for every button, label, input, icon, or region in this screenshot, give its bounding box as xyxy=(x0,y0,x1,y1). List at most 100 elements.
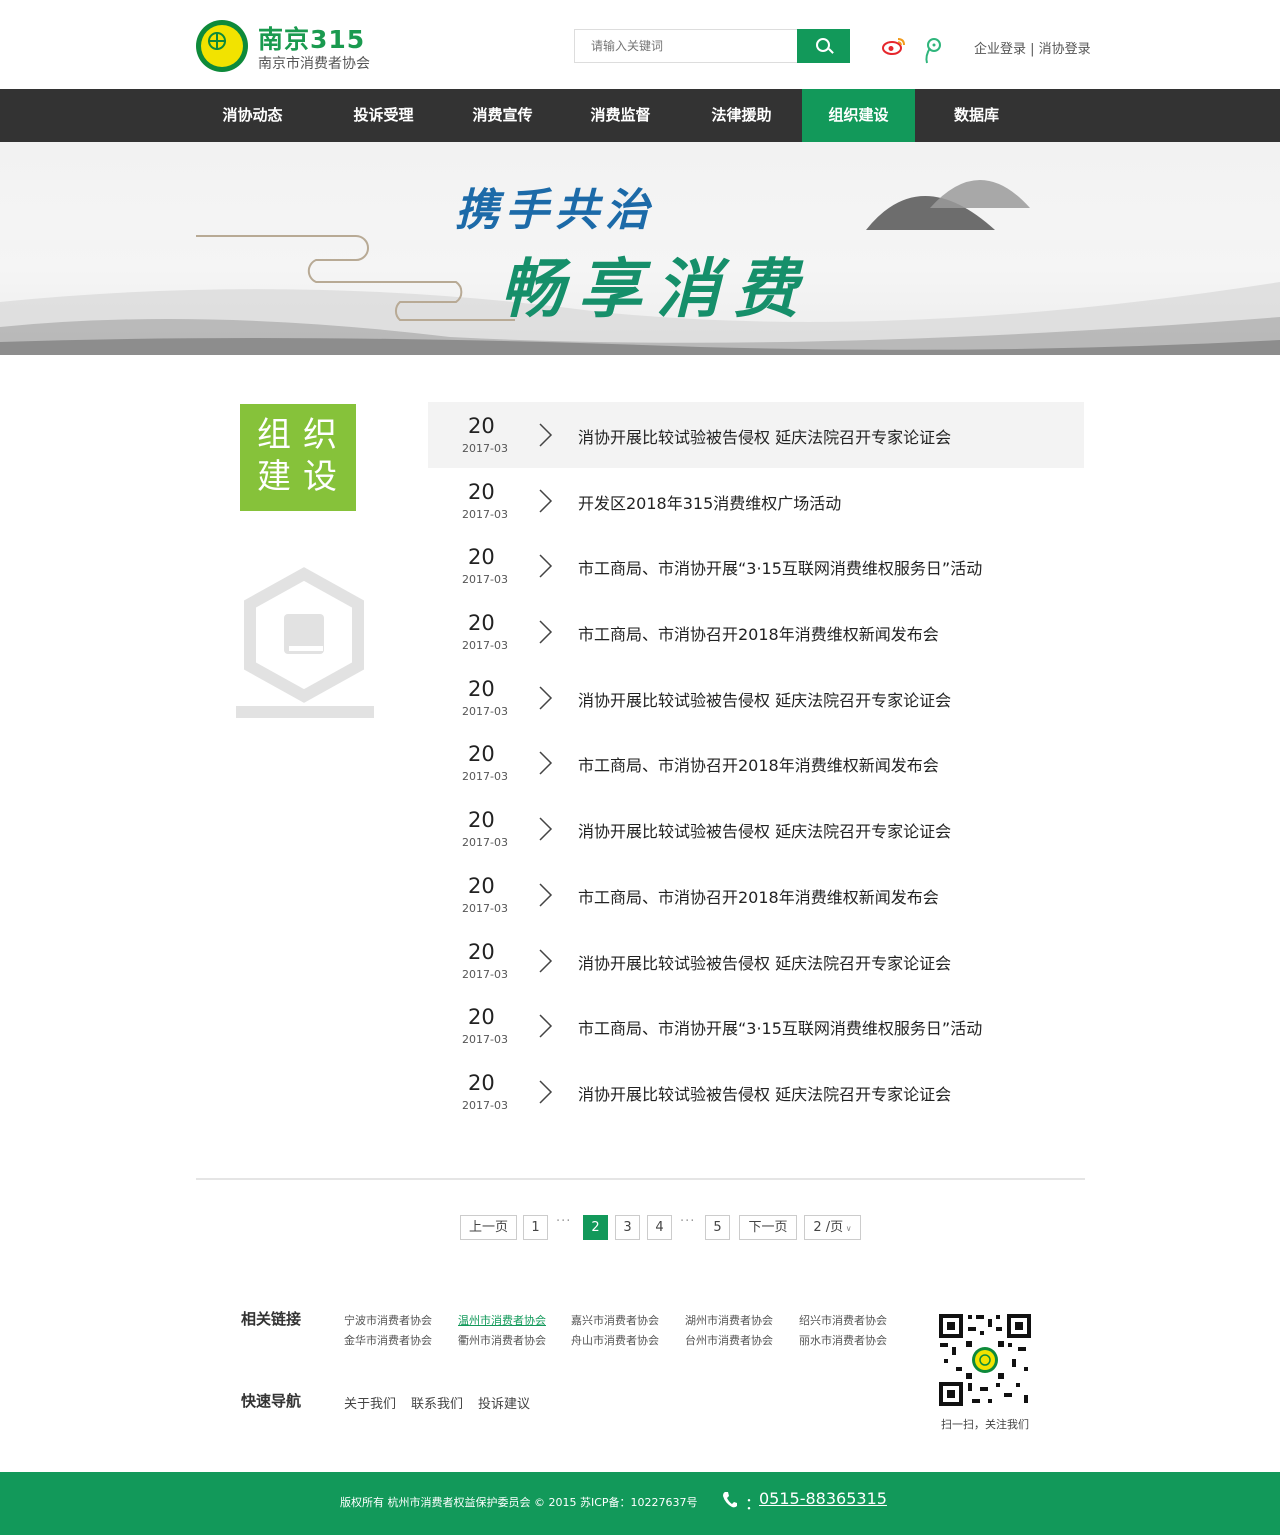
news-year-month: 2017-03 xyxy=(462,507,508,521)
news-year-month: 2017-03 xyxy=(462,573,508,587)
news-year-month: 2017-03 xyxy=(462,704,508,718)
news-day: 20 xyxy=(468,808,495,833)
page-4-button[interactable]: 4 xyxy=(647,1215,672,1240)
page-3-button[interactable]: 3 xyxy=(615,1215,640,1240)
news-year-month: 2017-03 xyxy=(462,442,508,455)
related-link[interactable]: 宁波市消费者协会 xyxy=(344,1312,432,1328)
page-5-button[interactable]: 5 xyxy=(705,1215,730,1240)
footer-bar: 版权所有 杭州市消费者权益保护委员会 © 2015 苏ICP备：10227637… xyxy=(0,1472,1280,1535)
news-year-month: 2017-03 xyxy=(462,967,508,981)
news-title[interactable]: 市工商局、市消协召开2018年消费维权新闻发布会 xyxy=(578,752,939,776)
divider xyxy=(196,1178,1085,1180)
news-item[interactable]: 20 2017-03 市工商局、市消协召开2018年消费维权新闻发布会 xyxy=(428,730,1084,796)
news-item[interactable]: 20 2017-03 市工商局、市消协开展“3·15互联网消费维权服务日”活动 xyxy=(428,533,1084,599)
section-title: 组织 建设 xyxy=(240,404,356,511)
news-title[interactable]: 市工商局、市消协开展“3·15互联网消费维权服务日”活动 xyxy=(578,1015,982,1039)
news-title[interactable]: 消协开展比较试验被告侵权 延庆法院召开专家论证会 xyxy=(578,1081,951,1105)
nav-item-publicity[interactable]: 消费宣传 xyxy=(446,89,559,142)
news-day: 20 xyxy=(468,414,495,438)
per-page-select[interactable]: 2 /页 ∨ xyxy=(804,1215,861,1240)
news-item[interactable]: 20 2017-03 消协开展比较试验被告侵权 延庆法院召开专家论证会 xyxy=(428,665,1084,731)
qr-code xyxy=(938,1313,1032,1407)
news-item[interactable]: 20 2017-03 市工商局、市消协开展“3·15互联网消费维权服务日”活动 xyxy=(428,993,1084,1059)
page-2-button[interactable]: 2 xyxy=(583,1215,608,1240)
news-item[interactable]: 20 2017-03 开发区2018年315消费维权广场活动 xyxy=(428,468,1084,534)
news-day: 20 xyxy=(468,611,495,636)
news-list: 20 2017-03 消协开展比较试验被告侵权 延庆法院召开专家论证会 20 2… xyxy=(428,402,1084,1125)
chevron-right-icon xyxy=(539,751,553,775)
chevron-right-icon xyxy=(539,883,553,907)
section-title-line1: 组织 xyxy=(257,415,349,455)
nav-item-legal-aid[interactable]: 法律援助 xyxy=(685,89,798,142)
news-year-month: 2017-03 xyxy=(462,770,508,784)
related-link[interactable]: 台州市消费者协会 xyxy=(685,1332,773,1348)
news-title[interactable]: 消协开展比较试验被告侵权 延庆法院召开专家论证会 xyxy=(578,687,951,711)
news-title[interactable]: 开发区2018年315消费维权广场活动 xyxy=(578,490,841,514)
news-title[interactable]: 消协开展比较试验被告侵权 延庆法院召开专家论证会 xyxy=(578,424,951,448)
consumer-login-link[interactable]: 消协登录 xyxy=(1039,42,1091,57)
related-link[interactable]: 金华市消费者协会 xyxy=(344,1332,432,1348)
related-link[interactable]: 温州市消费者协会 xyxy=(458,1312,546,1328)
qr-caption: 扫一扫，关注我们 xyxy=(941,1418,1029,1431)
login-separator: | xyxy=(1026,42,1039,57)
news-title[interactable]: 消协开展比较试验被告侵权 延庆法院召开专家论证会 xyxy=(578,950,951,974)
news-item[interactable]: 20 2017-03 消协开展比较试验被告侵权 延庆法院召开专家论证会 xyxy=(428,1059,1084,1125)
quick-nav-label: 快速导航 xyxy=(241,1392,302,1410)
news-item[interactable]: 20 2017-03 消协开展比较试验被告侵权 延庆法院召开专家论证会 xyxy=(428,928,1084,994)
news-item[interactable]: 20 2017-03 消协开展比较试验被告侵权 延庆法院召开专家论证会 xyxy=(428,796,1084,862)
news-day: 20 xyxy=(468,939,495,964)
news-year-month: 2017-03 xyxy=(462,1098,508,1112)
search-input[interactable] xyxy=(575,30,797,62)
news-item[interactable]: 20 2017-03 市工商局、市消协召开2018年消费维权新闻发布会 xyxy=(428,599,1084,665)
nav-item-database[interactable]: 数据库 xyxy=(920,89,1033,142)
search-button[interactable] xyxy=(797,29,850,63)
logo-emblem-icon[interactable] xyxy=(196,20,248,72)
news-title[interactable]: 市工商局、市消协召开2018年消费维权新闻发布会 xyxy=(578,621,939,645)
nav-item-organization[interactable]: 组织建设 xyxy=(802,89,915,142)
news-day: 20 xyxy=(468,545,495,570)
related-link[interactable]: 嘉兴市消费者协会 xyxy=(571,1312,659,1328)
about-us-link[interactable]: 关于我们 xyxy=(344,1393,396,1412)
news-day: 20 xyxy=(468,1005,495,1030)
news-day: 20 xyxy=(468,873,495,898)
next-page-button[interactable]: 下一页 xyxy=(739,1215,797,1240)
tencent-weibo-icon[interactable] xyxy=(922,36,944,64)
page-1-button[interactable]: 1 xyxy=(523,1215,548,1240)
per-page-value: 2 /页 xyxy=(813,1220,844,1235)
contact-us-link[interactable]: 联系我们 xyxy=(411,1393,463,1412)
logo-title[interactable]: 南京315 xyxy=(258,20,365,56)
prev-page-button[interactable]: 上一页 xyxy=(460,1215,517,1240)
nav-item-complaints[interactable]: 投诉受理 xyxy=(327,89,440,142)
banner-slogan-line2: 畅享消费 xyxy=(500,252,812,327)
news-title[interactable]: 市工商局、市消协开展“3·15互联网消费维权服务日”活动 xyxy=(578,555,982,579)
nav-item-news[interactable]: 消协动态 xyxy=(196,89,309,142)
news-item[interactable]: 20 2017-03 消协开展比较试验被告侵权 延庆法院召开专家论证会 xyxy=(428,402,1084,468)
related-link[interactable]: 绍兴市消费者协会 xyxy=(799,1312,887,1328)
related-link[interactable]: 湖州市消费者协会 xyxy=(685,1312,773,1328)
related-link[interactable]: 衢州市消费者协会 xyxy=(458,1332,546,1348)
related-link[interactable]: 舟山市消费者协会 xyxy=(571,1332,659,1348)
phone-number-link[interactable]: 0515-88365315 xyxy=(759,1489,887,1508)
login-links: 企业登录 | 消协登录 xyxy=(974,38,1091,57)
weibo-icon[interactable] xyxy=(882,37,906,55)
chevron-right-icon xyxy=(539,554,553,578)
news-day: 20 xyxy=(468,1070,495,1095)
complaint-suggestion-link[interactable]: 投诉建议 xyxy=(478,1393,530,1412)
copyright-text: 版权所有 杭州市消费者权益保护委员会 © 2015 苏ICP备：10227637… xyxy=(340,1496,698,1509)
news-year-month: 2017-03 xyxy=(462,901,508,915)
news-title[interactable]: 市工商局、市消协召开2018年消费维权新闻发布会 xyxy=(578,884,939,908)
chevron-right-icon xyxy=(539,423,553,447)
enterprise-login-link[interactable]: 企业登录 xyxy=(974,42,1026,57)
related-link[interactable]: 丽水市消费者协会 xyxy=(799,1332,887,1348)
header: 南京315 南京市消费者协会 企业登录 | 消协登录 xyxy=(0,0,1280,89)
hero-banner: 携手共治 畅享消费 xyxy=(0,142,1280,355)
news-day: 20 xyxy=(468,479,495,504)
book-hexagon-icon xyxy=(236,567,374,718)
news-year-month: 2017-03 xyxy=(462,836,508,850)
main-nav: 消协动态 投诉受理 消费宣传 消费监督 法律援助 组织建设 数据库 xyxy=(0,89,1280,142)
related-links-label: 相关链接 xyxy=(241,1310,302,1328)
news-year-month: 2017-03 xyxy=(462,1033,508,1047)
news-title[interactable]: 消协开展比较试验被告侵权 延庆法院召开专家论证会 xyxy=(578,818,951,842)
nav-item-supervision[interactable]: 消费监督 xyxy=(564,89,677,142)
news-item[interactable]: 20 2017-03 市工商局、市消协召开2018年消费维权新闻发布会 xyxy=(428,862,1084,928)
